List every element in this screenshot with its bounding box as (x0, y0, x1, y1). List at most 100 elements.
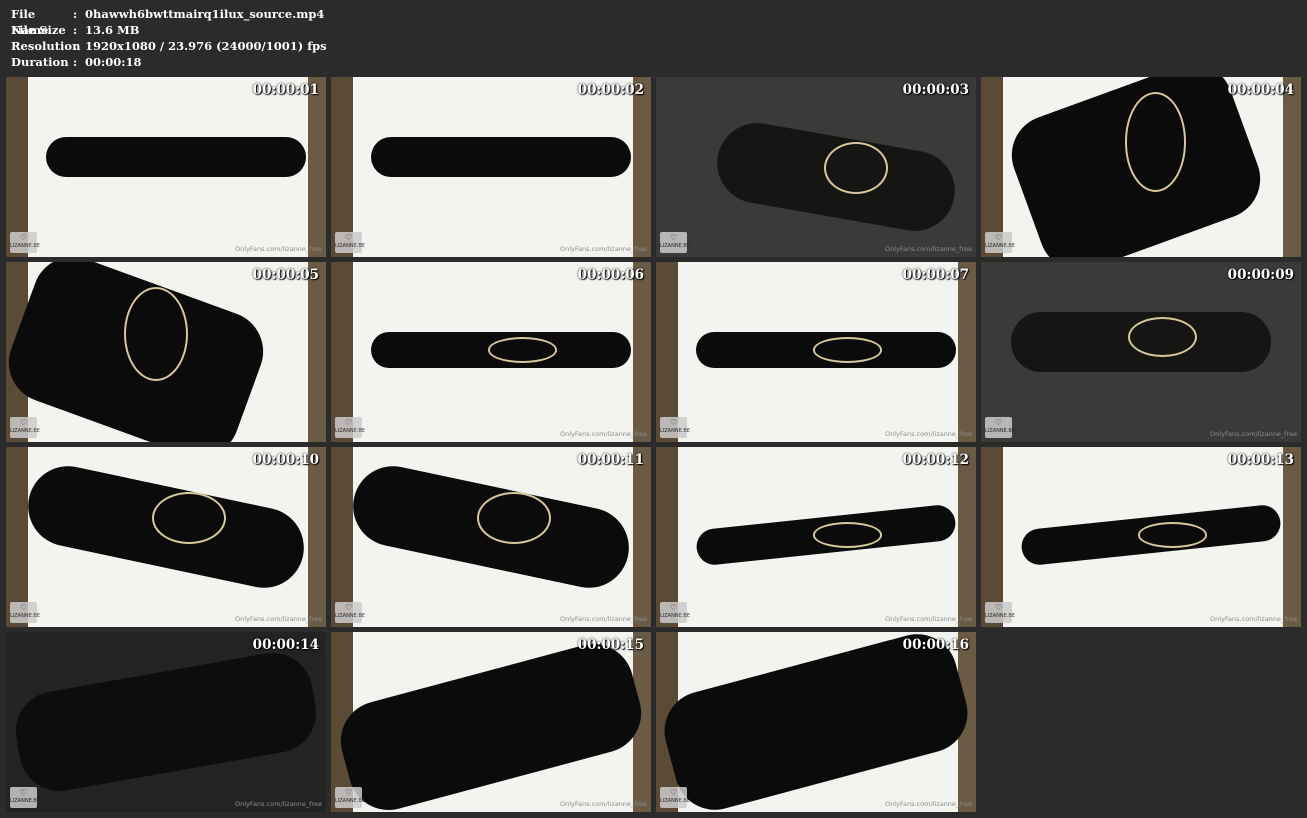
file-name-label: File Name (11, 7, 49, 37)
rope (124, 287, 188, 381)
logo-text: LIZANNE.BE (660, 428, 690, 434)
watermark-logo: ♡ LIZANNE.BE (985, 232, 1015, 253)
heart-icon: ♡ (344, 788, 353, 797)
thumbnail[interactable]: 00:00:11 ♡ LIZANNE.BE OnlyFans.com/lizanne_… (331, 447, 651, 627)
duration-separator: : (73, 55, 78, 69)
wall-left (331, 447, 353, 627)
logo-text: LIZANNE.BE (10, 798, 40, 804)
watermark-text: OnlyFans.com/lizanne_free (560, 615, 647, 623)
heart-icon: ♡ (344, 418, 353, 427)
logo-text: LIZANNE.BE (10, 428, 40, 434)
heart-icon: ♡ (19, 233, 28, 242)
rope (1124, 92, 1186, 192)
thumbnail[interactable]: 00:00:03 ♡ LIZANNE.BE OnlyFans.com/lizanne_… (656, 77, 976, 257)
file-size-row: File Size : 13.6 MB (11, 22, 327, 38)
heart-icon: ♡ (344, 233, 353, 242)
watermark-logo: ♡ LIZANNE.BE (335, 232, 365, 253)
watermark-text: OnlyFans.com/lizanne_free (1210, 430, 1297, 438)
thumbnail-timestamp: 00:00:12 (902, 452, 969, 468)
file-name-separator: : (73, 7, 78, 21)
thumbnail-timestamp: 00:00:10 (252, 452, 319, 468)
watermark-text: OnlyFans.com/lizanne_free (885, 245, 972, 253)
logo-text: LIZANNE.BE (985, 613, 1015, 619)
duration-value: 00:00:18 (85, 55, 142, 69)
logo-text: LIZANNE.BE (335, 428, 365, 434)
logo-text: LIZANNE.BE (985, 428, 1015, 434)
watermark-text: OnlyFans.com/lizanne_free (560, 245, 647, 253)
logo-text: LIZANNE.BE (10, 613, 40, 619)
logo-text: LIZANNE.BE (985, 243, 1015, 249)
watermark-text: OnlyFans.com/lizanne_free (235, 615, 322, 623)
thumbnail-timestamp: 00:00:13 (1227, 452, 1294, 468)
file-name-row: File Name : 0hawwh6bwttmairq1ilux_source… (11, 6, 327, 37)
logo-text: LIZANNE.BE (660, 243, 690, 249)
figure-silhouette (9, 646, 323, 798)
wall-left (331, 77, 353, 257)
logo-text: LIZANNE.BE (335, 243, 365, 249)
watermark-logo: ♡ LIZANNE.BE (10, 602, 40, 623)
thumbnail[interactable]: 00:00:14 ♡ LIZANNE.BE OnlyFans.com/lizanne_… (6, 632, 326, 812)
heart-icon: ♡ (994, 603, 1003, 612)
heart-icon: ♡ (669, 788, 678, 797)
watermark-text: OnlyFans.com/lizanne_free (560, 800, 647, 808)
wall-left (6, 77, 28, 257)
rope (813, 522, 882, 548)
file-size-label: File Size (11, 23, 66, 37)
wall-left (981, 77, 1003, 257)
rope (824, 142, 888, 194)
thumbnail[interactable]: 00:00:13 ♡ LIZANNE.BE OnlyFans.com/lizanne_… (981, 447, 1301, 627)
watermark-text: OnlyFans.com/lizanne_free (885, 430, 972, 438)
watermark-logo: ♡ LIZANNE.BE (985, 602, 1015, 623)
duration-label: Duration (11, 55, 69, 69)
thumbnail-timestamp: 00:00:03 (902, 82, 969, 98)
file-size-value: 13.6 MB (85, 23, 140, 37)
thumbnail[interactable]: 00:00:12 ♡ LIZANNE.BE OnlyFans.com/lizanne_… (656, 447, 976, 627)
heart-icon: ♡ (19, 418, 28, 427)
duration-row: Duration : 00:00:18 (11, 54, 327, 70)
logo-text: LIZANNE.BE (335, 798, 365, 804)
file-name-value: 0hawwh6bwttmairq1ilux_source.mp4 (85, 7, 325, 21)
thumbnail[interactable]: 00:00:07 ♡ LIZANNE.BE OnlyFans.com/lizanne_… (656, 262, 976, 442)
wall-left (656, 447, 678, 627)
rope (813, 337, 882, 363)
thumbnail-timestamp: 00:00:05 (252, 267, 319, 283)
watermark-logo: ♡ LIZANNE.BE (10, 417, 40, 438)
resolution-value: 1920x1080 / 23.976 (24000/1001) fps (85, 39, 327, 53)
thumbnail[interactable]: 00:00:09 ♡ LIZANNE.BE OnlyFans.com/lizanne_… (981, 262, 1301, 442)
watermark-text: OnlyFans.com/lizanne_free (235, 245, 322, 253)
thumbnail-timestamp: 00:00:01 (252, 82, 319, 98)
watermark-logo: ♡ LIZANNE.BE (335, 602, 365, 623)
thumbnail[interactable]: 00:00:05 ♡ LIZANNE.BE (6, 262, 326, 442)
rope (477, 492, 551, 544)
watermark-text: OnlyFans.com/lizanne_free (885, 800, 972, 808)
watermark-logo: ♡ LIZANNE.BE (985, 417, 1015, 438)
thumbnail[interactable]: 00:00:15 ♡ LIZANNE.BE OnlyFans.com/lizanne_… (331, 632, 651, 812)
heart-icon: ♡ (19, 603, 28, 612)
watermark-logo: ♡ LIZANNE.BE (10, 787, 40, 808)
rope (152, 492, 226, 544)
thumbnail[interactable]: 00:00:16 ♡ LIZANNE.BE OnlyFans.com/lizanne_… (656, 632, 976, 812)
thumbnail[interactable]: 00:00:04 ♡ LIZANNE.BE (981, 77, 1301, 257)
thumbnail[interactable]: 00:00:02 ♡ LIZANNE.BE OnlyFans.com/lizanne_… (331, 77, 651, 257)
watermark-text: OnlyFans.com/lizanne_free (1210, 615, 1297, 623)
thumbnail-timestamp: 00:00:09 (1227, 267, 1294, 283)
wall-right (633, 262, 651, 442)
wall-right (308, 262, 326, 442)
resolution-label: Resolution (11, 39, 81, 53)
thumbnail[interactable]: 00:00:01 ♡ LIZANNE.BE OnlyFans.com/lizanne_… (6, 77, 326, 257)
thumbnail[interactable]: 00:00:06 ♡ LIZANNE.BE OnlyFans.com/lizanne_… (331, 262, 651, 442)
watermark-logo: ♡ LIZANNE.BE (660, 232, 690, 253)
file-size-separator: : (73, 23, 78, 37)
figure-silhouette (371, 137, 631, 177)
watermark-logo: ♡ LIZANNE.BE (335, 417, 365, 438)
rope (1128, 317, 1197, 357)
watermark-text: OnlyFans.com/lizanne_free (885, 615, 972, 623)
rope (488, 337, 557, 363)
thumbnail[interactable]: 00:00:10 ♡ LIZANNE.BE OnlyFans.com/lizanne_… (6, 447, 326, 627)
wall-right (633, 77, 651, 257)
thumbnail-timestamp: 00:00:02 (577, 82, 644, 98)
wall-right (958, 262, 976, 442)
thumbnail-timestamp: 00:00:15 (577, 637, 644, 653)
heart-icon: ♡ (669, 233, 678, 242)
heart-icon: ♡ (19, 788, 28, 797)
